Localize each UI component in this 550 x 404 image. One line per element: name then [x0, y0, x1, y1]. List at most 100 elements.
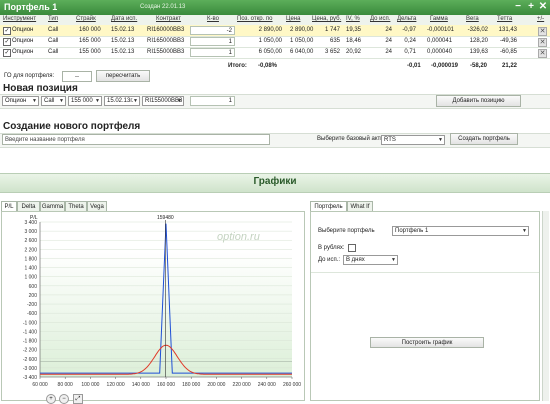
cell-vega: 139,63 — [469, 49, 488, 55]
col-strike[interactable]: Страйк — [76, 16, 96, 22]
cell-strike: 155 000 — [79, 49, 101, 55]
cell-vega: -326,02 — [467, 27, 488, 33]
cell-days: 24 — [385, 38, 392, 44]
build-chart-button[interactable]: Построить график — [370, 337, 484, 348]
col-vega[interactable]: Вега — [466, 16, 479, 22]
cell-strike: 160 000 — [79, 27, 101, 33]
cell-type: Call — [48, 49, 59, 55]
y-tick-label: 200 — [29, 293, 38, 299]
x-tick-label: 160 000 — [157, 382, 175, 388]
x-tick-label: 220 000 — [233, 382, 251, 388]
cell-price: 2 890,00 — [290, 27, 314, 33]
cell-contract: RI155000BB3 — [147, 49, 185, 55]
col-open[interactable]: Поз. откр. по — [237, 16, 273, 22]
col-days[interactable]: До исп. — [370, 16, 390, 22]
col-iv[interactable]: IV, % — [346, 16, 360, 22]
rub-checkbox[interactable] — [348, 244, 356, 252]
qty-input[interactable]: 1 — [190, 48, 235, 57]
tab-vega[interactable]: Vega — [87, 201, 107, 211]
y-tick-label: -200 — [27, 302, 37, 308]
close-icon[interactable]: ✕ — [538, 2, 548, 12]
col-contract[interactable]: Контракт — [156, 16, 181, 22]
y-tick-label: 2 200 — [24, 247, 37, 253]
x-tick-label: 260 000 — [283, 382, 301, 388]
cell-type: Call — [48, 38, 59, 44]
new-contract-select[interactable]: RI155000BB3 ▼ — [142, 96, 184, 106]
x-tick-label: 240 000 — [258, 382, 276, 388]
cell-price_rub: 3 652 — [324, 49, 340, 55]
cell-price: 6 040,00 — [290, 49, 314, 55]
watermark: option.ru — [217, 231, 260, 243]
new-strike-select[interactable]: 155 000 ▼ — [68, 96, 102, 106]
totals-theta: 21,22 — [502, 63, 518, 69]
col-date[interactable]: Дата исп. — [111, 16, 137, 22]
asset-label: Выберите базовый актив — [317, 136, 387, 142]
y-tick-label: 1 000 — [24, 275, 37, 281]
col-qty[interactable]: К-во — [207, 16, 219, 22]
tab-what-if[interactable]: What If — [347, 201, 373, 211]
portfolio-title: Портфель 1 — [4, 2, 58, 12]
cell-theta: 131,43 — [498, 27, 517, 33]
col-price-rub[interactable]: Цена, руб. — [312, 16, 341, 22]
totals-gamma: -0,000019 — [431, 63, 459, 69]
tab-theta[interactable]: Theta — [65, 201, 87, 211]
price-marker-label: 159480 — [157, 215, 174, 221]
cell-gamma: 0,000041 — [427, 38, 453, 44]
col-delta[interactable]: Дельта — [397, 16, 416, 22]
new-qty-input[interactable]: 1 — [190, 96, 235, 106]
create-portfolio-button[interactable]: Создать портфель — [450, 133, 518, 145]
asset-select[interactable]: RTS ▼ — [381, 135, 445, 145]
cell-date: 15.02.13 — [111, 27, 135, 33]
tab-gamma[interactable]: Gamma — [40, 201, 65, 211]
x-tick-label: 100 000 — [81, 382, 99, 388]
x-tick-label: 180 000 — [182, 382, 200, 388]
qty-input[interactable]: 1 — [190, 37, 235, 46]
cell-strike: 165 000 — [79, 38, 101, 44]
x-tick-label: 200 000 — [207, 382, 225, 388]
col-theta[interactable]: Тетта — [497, 16, 512, 22]
cell-open: 2 890,00 — [258, 27, 282, 33]
remove-row-icon[interactable]: ✕ — [538, 49, 547, 58]
remove-row-icon[interactable]: ✕ — [538, 27, 547, 36]
new-instrument-select[interactable]: Опцион ▼ — [2, 96, 39, 106]
tab-portfolio[interactable]: Портфель — [310, 201, 347, 211]
go-label: ГО для портфеля: — [4, 73, 55, 79]
until-select[interactable]: В днях ▼ — [343, 255, 398, 265]
col-gamma[interactable]: Гамма — [430, 16, 448, 22]
new-type-select[interactable]: Call ▼ — [41, 96, 66, 106]
cell-instrument: Опцион — [12, 27, 34, 33]
cell-iv: 18,46 — [346, 38, 362, 44]
until-label: До исп.: — [318, 257, 341, 263]
portfolio-select-label: Выберите портфель — [318, 228, 375, 234]
settings-panel: Выберите портфель Портфель 1 ▼ В рублях: … — [310, 211, 540, 401]
y-tick-label: 2 600 — [24, 238, 37, 244]
cell-price_rub: 635 — [329, 38, 340, 44]
minimize-icon[interactable]: − — [513, 2, 523, 12]
tab-delta[interactable]: Delta — [17, 201, 40, 211]
scrollbar[interactable] — [542, 211, 549, 401]
tab-pl[interactable]: P/L — [1, 201, 17, 211]
cell-delta: -0,97 — [402, 27, 416, 33]
created-date: Создан 22.01.13 — [140, 4, 186, 10]
row-checkbox[interactable]: ✓ — [3, 38, 11, 46]
cell-iv: 20,92 — [346, 49, 362, 55]
col-type[interactable]: Тип — [48, 16, 58, 22]
x-tick-label: 140 000 — [132, 382, 150, 388]
recalc-button[interactable]: пересчитать — [96, 70, 150, 82]
charts-section-bar: Графики — [0, 173, 550, 193]
portfolio-name-input[interactable]: Введите название портфеля — [2, 134, 270, 145]
row-checkbox[interactable]: ✓ — [3, 27, 11, 35]
add-position-button[interactable]: Добавить позицию — [436, 95, 521, 107]
cell-vega: 128,20 — [469, 38, 488, 44]
y-tick-label: 600 — [29, 284, 38, 290]
add-icon[interactable]: + — [526, 2, 536, 12]
col-price[interactable]: Цена — [286, 16, 300, 22]
qty-input[interactable]: -2 — [190, 26, 235, 35]
portfolio-select[interactable]: Портфель 1 ▼ — [392, 226, 529, 236]
row-checkbox[interactable]: ✓ — [3, 49, 11, 57]
col-instrument[interactable]: Инструмент — [3, 16, 36, 22]
remove-row-icon[interactable]: ✕ — [538, 38, 547, 47]
new-date-select[interactable]: 15.02.13г. ▼ — [104, 96, 140, 106]
cell-open: 1 050,00 — [258, 38, 282, 44]
y-tick-label: -1 800 — [23, 339, 37, 345]
